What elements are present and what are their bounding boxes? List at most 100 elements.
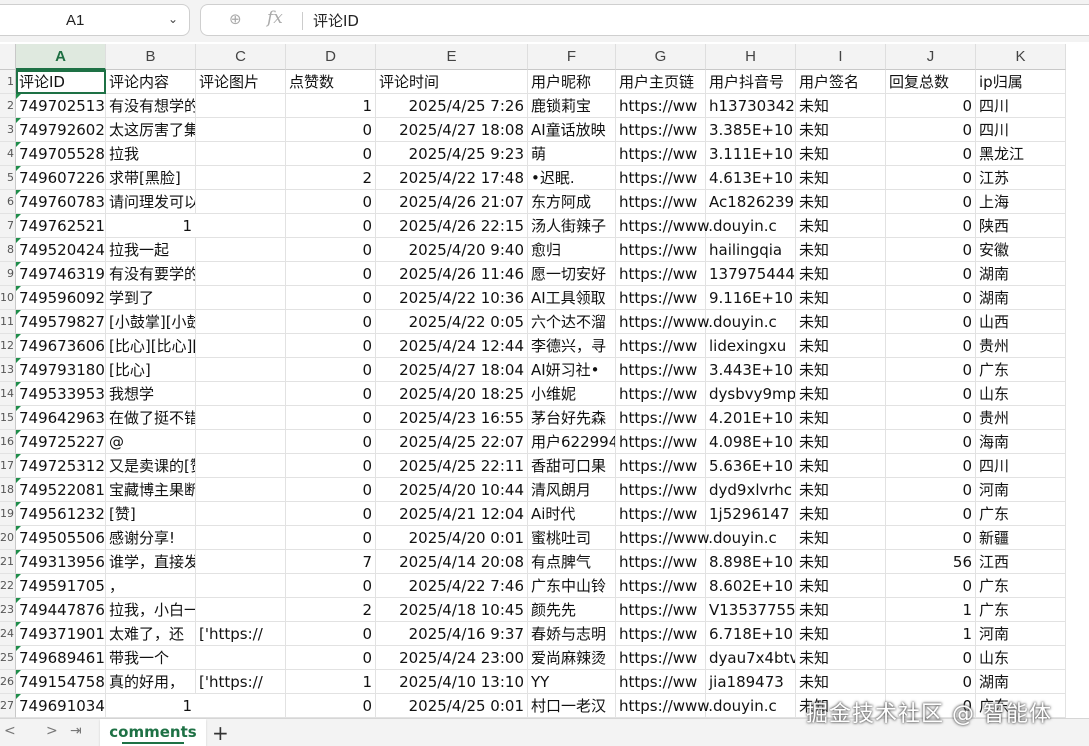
table-cell[interactable]: 1j5296147 [706, 502, 796, 526]
table-cell[interactable]: 贵州 [976, 406, 1066, 430]
table-cell[interactable]: 4.201E+10 [706, 406, 796, 430]
table-cell[interactable]: 广东 [976, 598, 1066, 622]
table-cell[interactable]: 未知 [796, 526, 886, 550]
table-cell[interactable]: 749689461 [16, 646, 106, 670]
row-header[interactable]: 16 [0, 430, 16, 454]
table-cell[interactable]: 0 [886, 286, 976, 310]
table-cell[interactable]: 0 [286, 430, 376, 454]
table-cell[interactable]: 2025/4/22 0:05 [376, 310, 528, 334]
table-cell[interactable]: https://ww [616, 646, 706, 670]
table-cell[interactable]: 5.636E+10 [706, 454, 796, 478]
column-header-d[interactable]: D [286, 44, 376, 70]
table-cell[interactable] [196, 190, 286, 214]
table-cell[interactable]: 2025/4/22 7:46 [376, 574, 528, 598]
table-cell[interactable]: 未知 [796, 454, 886, 478]
table-cell[interactable]: 未知 [796, 358, 886, 382]
table-cell[interactable]: 湖南 [976, 670, 1066, 694]
table-cell[interactable]: 0 [286, 286, 376, 310]
table-cell[interactable]: 749591705 [16, 574, 106, 598]
table-cell[interactable]: https://ww [616, 478, 706, 502]
table-cell[interactable]: 749793180 [16, 358, 106, 382]
column-header-k[interactable]: K [976, 44, 1066, 70]
table-cell[interactable]: 749691034 [16, 694, 106, 718]
table-cell[interactable]: 1 [286, 94, 376, 118]
table-cell[interactable]: 广东中山铃 [528, 574, 616, 598]
table-cell[interactable]: 未知 [796, 142, 886, 166]
prev-sheet-icon[interactable]: < [4, 723, 16, 739]
table-cell[interactable]: 2025/4/22 17:48 [376, 166, 528, 190]
table-cell[interactable]: 上海 [976, 190, 1066, 214]
table-cell[interactable]: https://www.douyin.c [616, 694, 777, 718]
table-cell[interactable] [196, 94, 286, 118]
table-cell[interactable]: 未知 [796, 334, 886, 358]
table-cell[interactable]: 2025/4/25 22:11 [376, 454, 528, 478]
table-cell[interactable]: AI工具领取 [528, 286, 616, 310]
table-cell[interactable]: jia189473 [706, 670, 796, 694]
table-cell[interactable]: 四川 [976, 118, 1066, 142]
column-header-f[interactable]: F [528, 44, 616, 70]
table-cell[interactable]: 0 [286, 334, 376, 358]
table-cell[interactable] [706, 310, 796, 334]
table-cell[interactable]: 江西 [976, 550, 1066, 574]
table-cell[interactable]: 四川 [976, 454, 1066, 478]
table-cell[interactable] [196, 262, 286, 286]
table-cell[interactable]: 请问理发可以用吗[看] [106, 190, 196, 214]
row-header[interactable]: 2 [0, 94, 16, 118]
table-cell[interactable]: 愈归 [528, 238, 616, 262]
table-cell[interactable]: https://ww [616, 550, 706, 574]
last-sheet-icon[interactable]: ⇥ [70, 723, 82, 739]
table-cell[interactable]: 未知 [796, 310, 886, 334]
row-header[interactable]: 11 [0, 310, 16, 334]
table-cell[interactable]: 8.602E+10 [706, 574, 796, 598]
table-cell[interactable]: https://ww [616, 574, 706, 598]
table-cell[interactable]: 2025/4/25 9:23 [376, 142, 528, 166]
table-cell[interactable]: 未知 [796, 262, 886, 286]
add-sheet-button[interactable]: + [212, 721, 229, 745]
table-cell[interactable]: 0 [286, 358, 376, 382]
header-cell[interactable]: 评论时间 [376, 70, 528, 94]
table-cell[interactable]: 749313956 [16, 550, 106, 574]
table-cell[interactable] [706, 694, 796, 718]
table-cell[interactable]: 749522081 [16, 478, 106, 502]
table-cell[interactable]: 未知 [796, 430, 886, 454]
row-header[interactable]: 5 [0, 166, 16, 190]
table-cell[interactable]: 未知 [796, 502, 886, 526]
table-cell[interactable]: V13537755 [706, 598, 796, 622]
table-cell[interactable]: 4.613E+10 [706, 166, 796, 190]
table-cell[interactable] [196, 598, 286, 622]
table-cell[interactable]: 未知 [796, 238, 886, 262]
table-cell[interactable]: 未知 [796, 190, 886, 214]
table-cell[interactable] [196, 382, 286, 406]
table-cell[interactable]: 749760783 [16, 190, 106, 214]
table-cell[interactable]: 0 [886, 358, 976, 382]
table-cell[interactable]: 汤人街辣子 [528, 214, 616, 238]
header-cell[interactable]: ip归属 [976, 70, 1066, 94]
table-cell[interactable]: https://ww [616, 502, 706, 526]
chevron-down-icon[interactable]: ⌄ [168, 12, 178, 26]
next-sheet-icon[interactable]: > [46, 723, 58, 739]
table-cell[interactable]: 未知 [796, 118, 886, 142]
header-cell[interactable]: 用户昵称 [528, 70, 616, 94]
row-header[interactable]: 21 [0, 550, 16, 574]
row-header[interactable]: 10 [0, 286, 16, 310]
table-cell[interactable]: 749596092 [16, 286, 106, 310]
header-cell[interactable]: 用户签名 [796, 70, 886, 94]
table-cell[interactable]: 3.111E+10 [706, 142, 796, 166]
table-cell[interactable]: 2025/4/18 10:45 [376, 598, 528, 622]
row-header[interactable]: 15 [0, 406, 16, 430]
table-cell[interactable]: 2025/4/14 20:08 [376, 550, 528, 574]
header-cell[interactable]: 回复总数 [886, 70, 976, 94]
table-cell[interactable]: 2025/4/10 13:10 [376, 670, 528, 694]
table-cell[interactable]: 山东 [976, 646, 1066, 670]
table-cell[interactable]: 2025/4/23 16:55 [376, 406, 528, 430]
table-cell[interactable] [196, 334, 286, 358]
table-cell[interactable]: https://ww [616, 454, 706, 478]
table-cell[interactable]: 陕西 [976, 214, 1066, 238]
table-cell[interactable]: 未知 [796, 286, 886, 310]
table-cell[interactable]: 广东 [976, 358, 1066, 382]
row-header[interactable]: 26 [0, 670, 16, 694]
table-cell[interactable]: 山西 [976, 310, 1066, 334]
table-cell[interactable]: 未知 [796, 646, 886, 670]
table-cell[interactable]: 0 [286, 526, 376, 550]
row-header[interactable]: 12 [0, 334, 16, 358]
